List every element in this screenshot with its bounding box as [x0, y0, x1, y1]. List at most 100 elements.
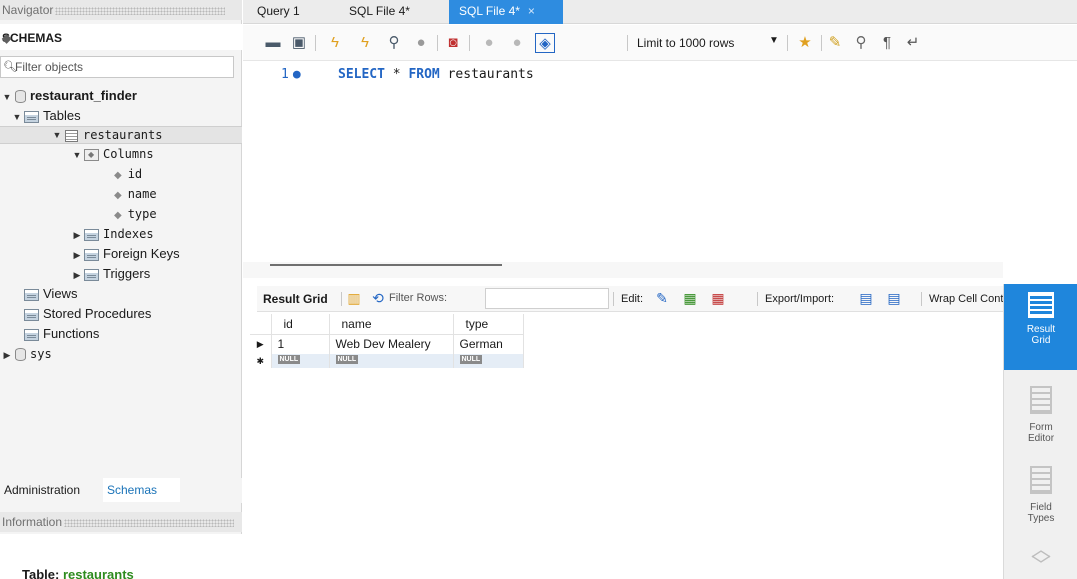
delete-row-icon[interactable]: ▦ [709, 290, 727, 307]
tree-item-triggers[interactable]: ▶ Triggers [0, 264, 242, 284]
cell-id[interactable]: 1 [271, 334, 330, 354]
tree-item-foreign-keys[interactable]: ▶ Foreign Keys [0, 244, 242, 264]
form-editor-button[interactable]: Form Editor [1004, 380, 1077, 450]
tree-item-stored-procedures[interactable]: Stored Procedures [0, 304, 242, 324]
expand-arrow-icon[interactable]: ▶ [2, 345, 12, 365]
cell-null[interactable]: NULL [271, 354, 330, 368]
information-title-label: Information [2, 515, 63, 529]
limit-rows-select[interactable]: Limit to 1000 rows [637, 36, 734, 50]
tree-label: sys [30, 347, 52, 361]
filter-objects[interactable]: 🔍︎ [0, 56, 234, 78]
tree-item-column-type[interactable]: ◆ type [0, 204, 242, 224]
refresh-icon[interactable]: ⟲ [369, 290, 387, 307]
column-header-name[interactable]: name [329, 314, 454, 335]
column-header-id[interactable]: id [271, 314, 330, 335]
filter-objects-input[interactable] [15, 58, 225, 76]
stop-icon[interactable]: ● [411, 33, 431, 53]
tree-item-sys[interactable]: ▶ sys [0, 344, 242, 364]
navigator-title: Navigator [0, 0, 242, 20]
expand-arrow-icon[interactable]: ▼ [2, 87, 12, 107]
tree-item-restaurants[interactable]: ▼ restaurants [0, 126, 242, 144]
result-side-panel: Result Grid Form Editor Field Types ︿ ﹀ [1003, 284, 1077, 579]
cell-null[interactable]: NULL [329, 354, 454, 368]
wrap-cell-content-label[interactable]: Wrap Cell Content [929, 293, 1003, 305]
rollback-icon[interactable]: ● [507, 33, 527, 53]
tab-administration[interactable]: Administration [0, 478, 85, 502]
commit-icon[interactable]: ● [479, 33, 499, 53]
side-label: Result [1026, 324, 1056, 335]
tree-label: Views [43, 286, 78, 301]
information-panel: Table: restaurants [0, 534, 242, 579]
tree-label: Columns [103, 147, 154, 161]
tree-item-columns[interactable]: ▼ Columns [0, 144, 242, 165]
tab-sql-file-4-a[interactable]: SQL File 4* [331, 0, 441, 24]
edit-label: Edit: [621, 293, 644, 305]
explain-icon[interactable]: ⚲ [384, 33, 404, 53]
expand-arrow-icon[interactable]: ▼ [52, 127, 62, 143]
grid-layout-icon[interactable]: ▥ [345, 290, 363, 307]
tree-item-tables[interactable]: ▼ Tables [0, 106, 242, 126]
result-grid-label: Result Grid [263, 292, 328, 306]
field-types-button[interactable]: Field Types [1004, 460, 1077, 530]
table-row[interactable]: ▶ 1 Web Dev Mealery German [250, 334, 524, 354]
folder-icon [84, 268, 99, 281]
navigator-title-label: Navigator [2, 3, 54, 17]
tree-item-views[interactable]: Views [0, 284, 242, 304]
tree-item-restaurant-finder[interactable]: ▼ restaurant_finder [0, 86, 242, 106]
side-label: Editor [1027, 433, 1055, 444]
grid-icon [1028, 292, 1054, 318]
side-scroll-arrows[interactable]: ︿ ﹀ [1004, 540, 1077, 579]
column-icon: ◆ [114, 190, 122, 201]
tab-schemas[interactable]: Schemas [103, 478, 180, 502]
horizontal-scrollbar[interactable] [270, 264, 502, 266]
filter-rows-input[interactable] [485, 288, 609, 309]
import-icon[interactable]: ▤ [885, 290, 903, 307]
expand-arrow-icon[interactable]: ▶ [72, 265, 82, 285]
expand-arrow-icon[interactable]: ▶ [72, 245, 82, 265]
tree-item-indexes[interactable]: ▶ Indexes [0, 224, 242, 244]
find-icon[interactable]: ⚲ [851, 33, 871, 53]
column-header-type[interactable]: type [453, 314, 524, 335]
new-row-marker-icon: ✱ [250, 354, 272, 368]
tree-item-column-id[interactable]: ◆ id [0, 164, 242, 184]
sql-editor[interactable]: 1 ● SELECT * FROM restaurants [243, 62, 1077, 262]
null-badge: NULL [459, 355, 483, 364]
tree-item-functions[interactable]: Functions [0, 324, 242, 344]
tab-sql-file-4-b[interactable]: SQL File 4* × [449, 0, 563, 24]
add-snippet-icon[interactable]: ★ [795, 33, 815, 53]
beautify-icon[interactable]: ✎ [825, 33, 845, 53]
chevron-down-icon[interactable]: ▼ [769, 35, 779, 46]
sql-code-line[interactable]: SELECT * FROM restaurants [338, 67, 534, 82]
open-folder-icon[interactable]: ▬ [263, 33, 283, 53]
new-row[interactable]: ✱ NULL NULL NULL [250, 354, 524, 368]
tree-item-column-name[interactable]: ◆ name [0, 184, 242, 204]
info-table-prefix: Table: [22, 567, 60, 579]
refresh-icon[interactable]: ◆ [2, 31, 11, 45]
side-label: Grid [1031, 335, 1051, 346]
null-badge: NULL [277, 355, 301, 364]
edit-row-icon[interactable]: ✎ [653, 290, 671, 307]
tab-query-1[interactable]: Query 1 [243, 0, 331, 24]
invisible-chars-icon[interactable]: ¶ [877, 33, 897, 53]
expand-arrow-icon[interactable]: ▼ [12, 107, 22, 127]
save-icon[interactable]: ▣ [289, 33, 309, 53]
result-grid-button[interactable]: Result Grid [1004, 284, 1077, 370]
expand-arrow-icon[interactable]: ▼ [72, 145, 82, 165]
toggle-errors-icon[interactable]: ◙ [443, 33, 463, 53]
information-title: Information [0, 512, 242, 532]
statement-marker-icon: ● [292, 67, 301, 82]
wrap-lines-icon[interactable]: ↵ [903, 33, 923, 53]
cell-type[interactable]: German [453, 334, 524, 354]
expand-arrow-icon[interactable]: ▶ [72, 225, 82, 245]
add-row-icon[interactable]: ▦ [681, 290, 699, 307]
cell-name[interactable]: Web Dev Mealery [329, 334, 454, 354]
export-icon[interactable]: ▤ [857, 290, 875, 307]
result-grid-table: id name type ▶ 1 Web Dev Mealery German … [250, 314, 524, 368]
autocommit-icon[interactable]: ◈ [535, 33, 555, 53]
execute-icon[interactable]: ϟ [325, 33, 345, 53]
chevron-down-icon[interactable]: ﹀ [1004, 556, 1077, 576]
cell-null[interactable]: NULL [453, 354, 524, 368]
close-icon[interactable]: × [528, 4, 535, 18]
grid-header-row: id name type [250, 314, 524, 335]
execute-current-icon[interactable]: ϟ [355, 33, 375, 53]
